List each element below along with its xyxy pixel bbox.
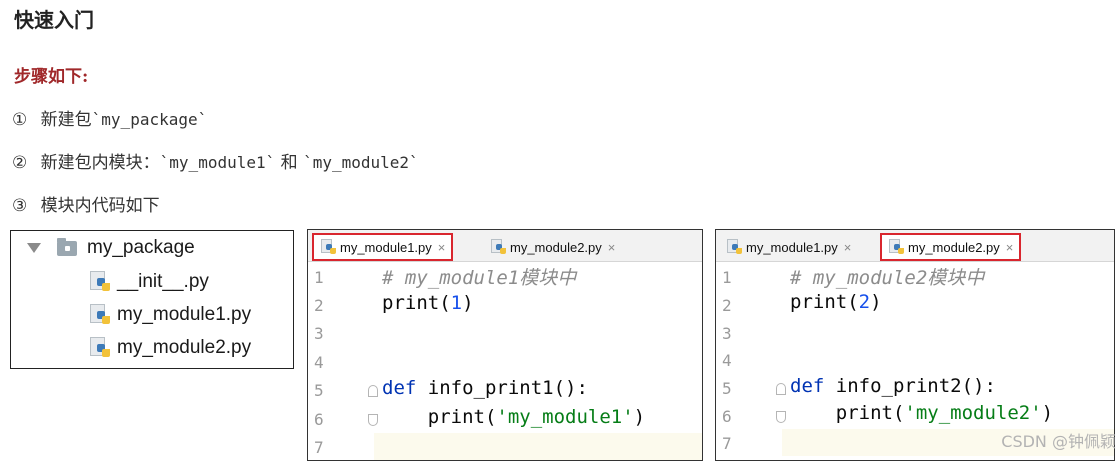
code-line-5[interactable]: def info_print1(): <box>382 377 588 399</box>
code-comment: # my_module1模块中 <box>382 267 577 289</box>
editor-tab-bar: my_module1.py × my_module2.py × <box>308 230 702 262</box>
file-name: my_module1.py <box>117 304 252 325</box>
code-token: print( <box>382 406 497 428</box>
code-token: info_print1(): <box>416 377 588 399</box>
step-number: ① <box>12 110 28 130</box>
code-comment: # my_module2模块中 <box>790 267 985 289</box>
code-token: print( <box>382 292 451 314</box>
step-1: ① 新建包`my_package` <box>12 105 207 130</box>
code-keyword: def <box>382 377 417 399</box>
tab-label: my_module2.py <box>510 239 602 255</box>
python-file-icon <box>320 239 336 255</box>
code-line-1[interactable]: # my_module2模块中 <box>790 263 984 290</box>
editor-tab-bar: my_module1.py × my_module2.py × <box>716 230 1114 262</box>
step-code-2: `my_module2` <box>303 153 419 172</box>
step-text: 新建包内模块： <box>40 153 160 173</box>
code-line-2[interactable]: print(2) <box>790 291 882 313</box>
fold-marker-icon[interactable] <box>776 383 786 395</box>
python-file-icon <box>89 337 111 359</box>
file-name: my_module2.py <box>117 337 252 358</box>
tree-file-row[interactable]: __init__.py <box>89 267 209 297</box>
line-number: 4 <box>314 353 324 372</box>
close-icon[interactable]: × <box>438 240 446 255</box>
code-keyword: def <box>790 375 825 397</box>
page-heading: 快速入门 <box>14 8 94 32</box>
code-token: ) <box>633 406 646 428</box>
python-file-icon <box>726 239 742 255</box>
line-number: 2 <box>722 296 732 315</box>
file-name: __init__.py <box>117 271 209 292</box>
tree-file-row[interactable]: my_module2.py <box>89 333 251 363</box>
line-number: 7 <box>722 434 732 453</box>
tab-my-module1[interactable]: my_module1.py × <box>312 233 454 261</box>
line-number: 6 <box>314 410 324 429</box>
code-token: print( <box>790 291 859 313</box>
close-icon[interactable]: × <box>844 240 852 255</box>
line-number: 1 <box>314 268 324 287</box>
step-connector: 和 <box>275 153 304 173</box>
tab-label: my_module2.py <box>908 239 1000 255</box>
line-number: 6 <box>722 407 732 426</box>
steps-label: 步骤如下: <box>14 67 89 87</box>
code-token: ) <box>870 291 882 313</box>
line-number: 4 <box>722 351 732 370</box>
line-number: 3 <box>314 324 324 343</box>
package-folder-icon <box>57 237 77 256</box>
step-number: ② <box>12 153 28 173</box>
python-file-icon <box>89 304 111 326</box>
code-line-6[interactable]: print('my_module1') <box>382 406 645 428</box>
code-string: 'my_module2' <box>904 402 1042 424</box>
code-token: ) <box>462 292 474 314</box>
project-tree: my_package __init__.py my_module1.py my_… <box>10 230 294 369</box>
tab-my-module1[interactable]: my_module1.py × <box>720 233 857 261</box>
line-number: 3 <box>722 324 732 343</box>
fold-marker-icon[interactable] <box>776 411 786 423</box>
watermark: CSDN @钟佩颖 <box>1001 432 1116 451</box>
close-icon[interactable]: × <box>608 240 616 255</box>
line-number: 5 <box>722 379 732 398</box>
step-number: ③ <box>12 196 28 216</box>
code-number: 1 <box>450 292 463 314</box>
tab-label: my_module1.py <box>746 239 838 255</box>
step-3: ③ 模块内代码如下 <box>12 191 160 216</box>
python-file-icon <box>888 239 904 255</box>
code-token: ) <box>1041 402 1054 424</box>
expand-arrow-icon[interactable] <box>27 243 41 253</box>
code-token: print( <box>790 402 905 424</box>
fold-marker-icon[interactable] <box>368 385 378 397</box>
code-string: 'my_module1' <box>496 406 634 428</box>
code-number: 2 <box>858 291 871 313</box>
python-file-icon <box>490 239 506 255</box>
code-editor-module1: my_module1.py × my_module2.py × 1 2 3 4 … <box>307 229 703 461</box>
step-text: 新建包 <box>40 110 92 130</box>
step-code: `my_package` <box>91 110 208 129</box>
tree-file-row[interactable]: my_module1.py <box>89 300 251 330</box>
tab-label: my_module1.py <box>340 239 432 255</box>
code-line-6[interactable]: print('my_module2') <box>790 402 1053 424</box>
step-2: ② 新建包内模块：`my_module1` 和 `my_module2` <box>12 148 419 173</box>
tab-my-module2[interactable]: my_module2.py × <box>484 233 621 261</box>
tab-my-module2[interactable]: my_module2.py × <box>880 233 1022 261</box>
code-line-5[interactable]: def info_print2(): <box>790 375 996 397</box>
code-line-2[interactable]: print(1) <box>382 292 474 314</box>
line-number: 2 <box>314 296 324 315</box>
code-line-1[interactable]: # my_module1模块中 <box>382 263 576 290</box>
code-token: info_print2(): <box>824 375 996 397</box>
code-editor-module2: my_module1.py × my_module2.py × 1 2 3 4 … <box>715 229 1115 461</box>
step-code: `my_module1` <box>159 153 276 172</box>
line-number: 7 <box>314 438 324 457</box>
step-text: 模块内代码如下 <box>40 196 160 216</box>
line-number: 1 <box>722 268 732 287</box>
fold-marker-icon[interactable] <box>368 414 378 426</box>
close-icon[interactable]: × <box>1006 240 1014 255</box>
line-number: 5 <box>314 381 324 400</box>
folder-name: my_package <box>87 237 195 258</box>
python-file-icon <box>89 271 111 293</box>
tree-folder-row[interactable]: my_package <box>27 233 195 263</box>
